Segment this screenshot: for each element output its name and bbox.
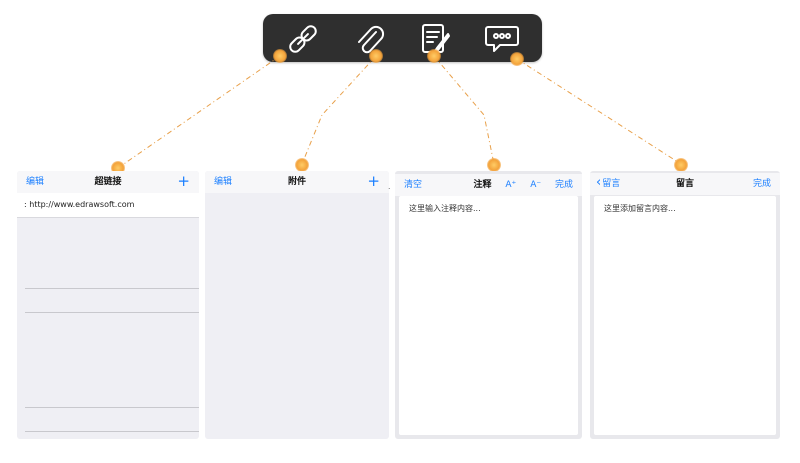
- connector-dot: [487, 158, 501, 172]
- connector-dot: [427, 49, 441, 63]
- divider: [25, 312, 199, 313]
- divider: [25, 288, 199, 289]
- toolbar: [263, 14, 542, 62]
- attachment-panel-header: 编辑 附件 +: [205, 171, 389, 193]
- back-button[interactable]: ‹留言: [596, 173, 620, 195]
- connector-dot: [295, 158, 309, 172]
- connector-dot: [510, 52, 524, 66]
- annotation-placeholder: 这里输入注释内容...: [409, 204, 481, 213]
- edit-button[interactable]: 编辑: [214, 171, 232, 193]
- back-label: 留言: [602, 179, 621, 189]
- chevron-left-icon: ‹: [596, 175, 602, 190]
- annotation-tools: A⁺ A⁻ 完成: [494, 174, 573, 196]
- panel-title: 附件: [287, 177, 306, 187]
- text-caret: ˙: [387, 188, 392, 198]
- connector-dot: [273, 49, 287, 63]
- divider: [25, 407, 199, 408]
- font-decrease-button[interactable]: A⁻: [530, 180, 541, 190]
- message-panel-header: ‹留言 留言 完成: [590, 173, 780, 195]
- message-panel: ‹留言 留言 完成 这里添加留言内容...: [590, 171, 780, 439]
- done-button[interactable]: 完成: [555, 180, 573, 190]
- connector-dot: [369, 49, 383, 63]
- add-icon[interactable]: +: [367, 171, 380, 191]
- add-icon[interactable]: +: [177, 171, 190, 191]
- annotation-panel: 清空 注释 A⁺ A⁻ 完成 这里输入注释内容...: [395, 171, 582, 439]
- done-button[interactable]: 完成: [753, 173, 771, 195]
- connector-dot: [674, 158, 688, 172]
- hyperlink-panel-header: 编辑 超链接 +: [17, 171, 199, 193]
- message-placeholder: 这里添加留言内容...: [604, 204, 676, 213]
- hyperlink-item[interactable]: : http://www.edrawsoft.com: [17, 193, 199, 218]
- edit-button[interactable]: 编辑: [26, 171, 44, 193]
- panel-title: 超链接: [94, 177, 122, 187]
- hyperlink-icon[interactable]: [283, 20, 323, 58]
- message-text-area[interactable]: 这里添加留言内容...: [594, 196, 776, 435]
- clear-button[interactable]: 清空: [404, 174, 422, 196]
- divider: [25, 431, 199, 432]
- hyperlink-panel: 编辑 超链接 + : http://www.edrawsoft.com: [17, 171, 199, 439]
- font-increase-button[interactable]: A⁺: [505, 180, 516, 190]
- annotation-panel-header: 清空 注释 A⁺ A⁻ 完成: [395, 174, 582, 196]
- attachment-panel: 编辑 附件 +: [205, 171, 389, 439]
- annotation-text-area[interactable]: 这里输入注释内容...: [399, 196, 578, 435]
